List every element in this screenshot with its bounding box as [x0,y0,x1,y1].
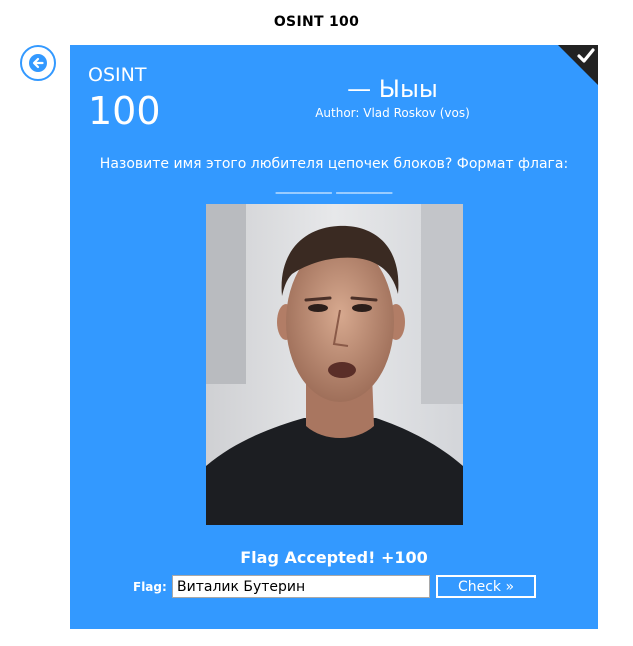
flag-input[interactable] [172,575,430,598]
task-photo [206,204,463,525]
task-card: OSINT 100 — Ыыы Author: Vlad Roskov (vos… [70,45,598,629]
check-button[interactable]: Check » [436,575,536,598]
task-author: Author: Vlad Roskov (vos) [315,106,470,120]
back-button[interactable] [20,45,56,81]
task-title: — Ыыы [347,75,438,103]
flag-label: Flag: [133,580,167,594]
task-points: 100 [88,89,161,133]
page-title: OSINT 100 [273,14,360,30]
arrow-left-icon [29,54,47,72]
task-description: Назовите имя этого любителя цепочек блок… [80,153,588,197]
description-line: Назовите имя этого любителя цепочек блок… [99,156,569,172]
flag-format-blanks: ________ ________ [275,178,393,194]
checkmark-icon [577,48,595,63]
status-message: Flag Accepted! +100 [240,548,428,567]
person-photo-image [206,204,463,525]
task-category: OSINT [88,64,147,86]
